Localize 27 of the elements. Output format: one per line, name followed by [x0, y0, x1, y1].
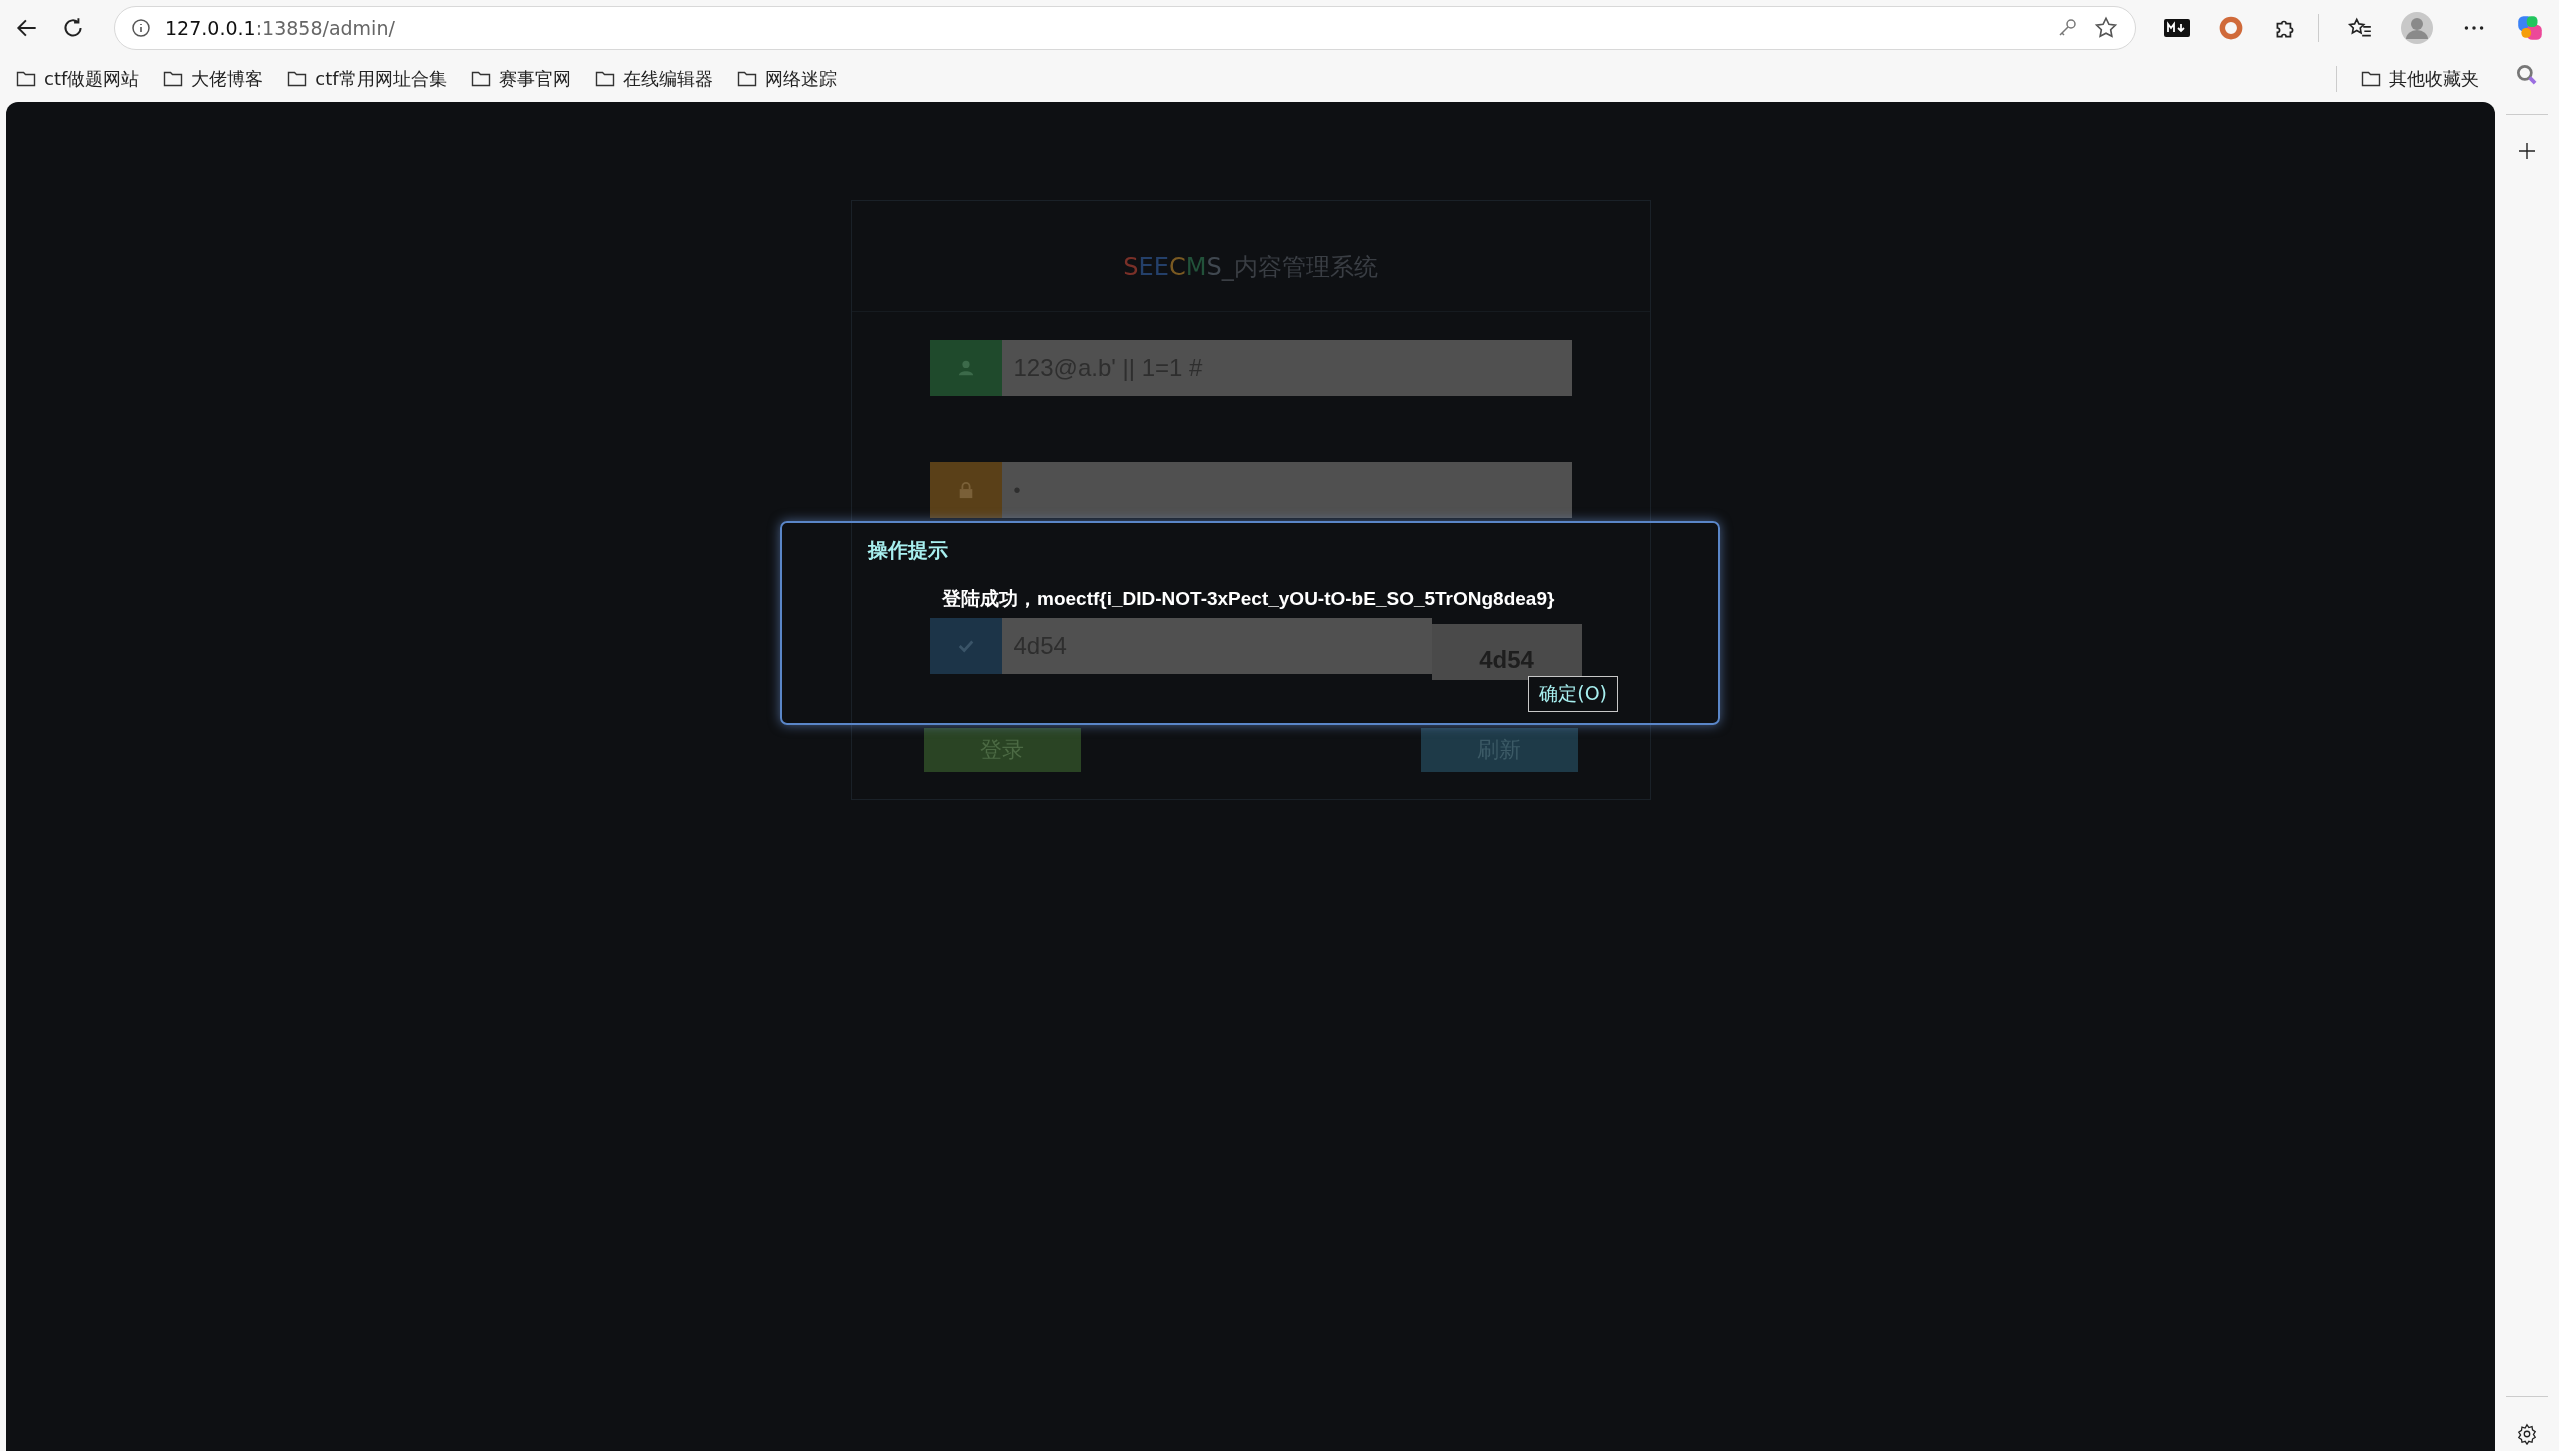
plus-icon[interactable]	[2517, 141, 2537, 161]
address-bar[interactable]: 127.0.0.1:13858/admin/	[114, 6, 2136, 50]
ring-icon[interactable]	[2218, 15, 2244, 41]
copilot-icon[interactable]	[2515, 13, 2545, 43]
folder-icon	[16, 70, 36, 88]
dialog-message: 登陆成功，moectf{i_DID-NOT-3xPect_yOU-tO-bE_SO_5TrONg8dea9}	[942, 587, 1555, 611]
folder-icon	[287, 70, 308, 88]
folder-icon	[470, 70, 491, 88]
bookmark-folder[interactable]: 网络迷踪	[736, 67, 837, 91]
settings-icon[interactable]	[2516, 1423, 2538, 1445]
dialog-title: 操作提示	[868, 537, 949, 564]
avatar-icon[interactable]	[2401, 12, 2433, 44]
bookmark-folder[interactable]: 大佬博客	[163, 67, 264, 91]
markdown-icon[interactable]	[2164, 19, 2190, 37]
url-text: 127.0.0.1:13858/admin/	[165, 17, 395, 39]
bookmark-folder[interactable]: 赛事官网	[470, 67, 571, 91]
bookmark-folder[interactable]: ctf常用网址合集	[287, 67, 447, 91]
folder-icon	[163, 70, 184, 88]
folder-icon	[2361, 70, 2381, 88]
bookmark-folder[interactable]: 其他收藏夹	[2361, 67, 2479, 91]
folder-icon	[594, 70, 615, 88]
user-icon	[956, 359, 975, 377]
bookmark-folder[interactable]: ctf做题网站	[16, 67, 140, 91]
bookmark-folder[interactable]: 在线编辑器	[594, 67, 713, 91]
info-icon[interactable]	[131, 18, 151, 38]
ok-button[interactable]: 确定(O)	[1528, 676, 1618, 712]
folder-icon	[736, 70, 757, 88]
